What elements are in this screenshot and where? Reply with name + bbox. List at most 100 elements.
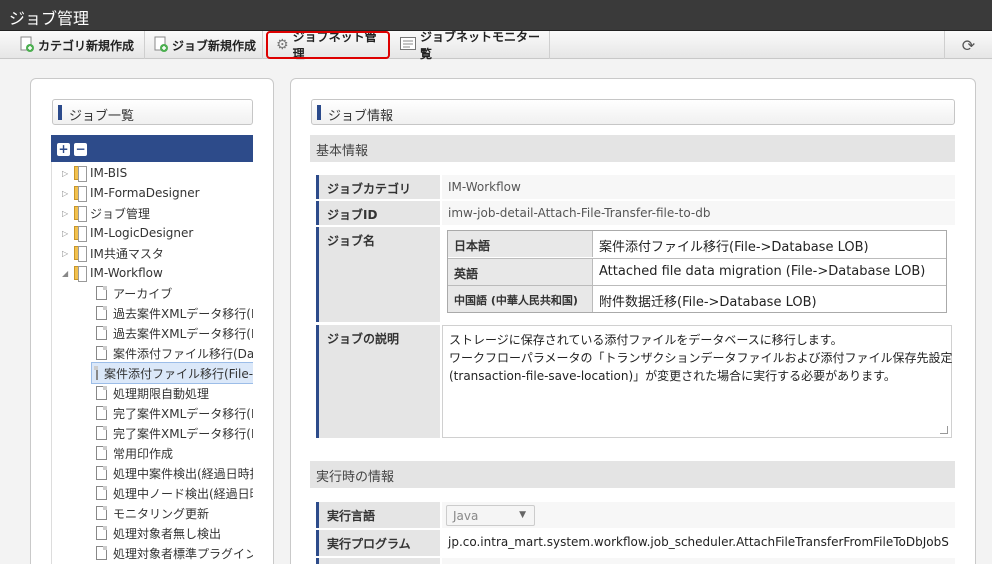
refresh-icon: ⟳	[961, 35, 976, 55]
description-line: ワークフローパラメータの「トランザクションデータファイルおよび添付ファイル保存先…	[449, 351, 953, 365]
job-name-table: 日本語 案件添付ファイル移行(File->Database LOB) 英語 Atta…	[447, 230, 947, 313]
tree-job-selected[interactable]: 案件添付ファイル移行(File->Database LOB)	[91, 362, 253, 384]
job-id-label: ジョブID	[316, 201, 440, 225]
job-id-value-text: imw-job-detail-Attach-File-Transfer-file…	[448, 206, 711, 220]
tree-job[interactable]: 過去案件XMLデータ移行(DB->File)	[96, 303, 253, 323]
tree-job-label: 処理中ノード検出(経過日時指定)	[113, 486, 253, 501]
basic-info-title: 基本情報	[316, 144, 369, 159]
job-info-heading: ジョブ情報	[311, 99, 955, 125]
job-name-value: Attached file data migration (File->Data…	[599, 264, 926, 279]
job-name-label-text: ジョブ名	[327, 234, 376, 248]
tree-job-label: アーカイブ	[113, 286, 173, 301]
job-name-value: 案件添付ファイル移行(File->Database LOB)	[599, 240, 869, 255]
category-value: IM-Workflow	[442, 175, 955, 199]
lang-label-text: 日本語	[454, 239, 491, 253]
document-icon	[96, 486, 107, 500]
lang-label-text: 英語	[454, 267, 479, 281]
gear-icon: ⚙	[276, 37, 289, 53]
lang-label-text: 中国語 (中華人民共和国)	[454, 294, 578, 307]
job-name-value: 附件数据迁移(File->Database LOB)	[599, 295, 817, 310]
tree-job[interactable]: 常用印作成	[96, 443, 173, 463]
document-icon	[96, 306, 107, 320]
tree-folder-label: IM共通マスタ	[90, 246, 164, 261]
tree-job[interactable]: 完了案件XMLデータ移行(DB->File)	[96, 403, 253, 423]
refresh-button[interactable]: ⟳	[944, 31, 992, 59]
category-value-text: IM-Workflow	[448, 180, 521, 194]
tree-job[interactable]: 過去案件XMLデータ移行(File->DB)	[96, 323, 253, 343]
add-document-icon	[20, 36, 34, 55]
document-icon	[94, 366, 98, 380]
document-icon	[96, 426, 107, 440]
tree-folder[interactable]: ▷ ジョブ管理	[62, 203, 150, 223]
job-name-row: 英語 Attached file data migration (File->Da…	[448, 258, 946, 285]
folder-icon	[74, 166, 87, 182]
collapse-all-button[interactable]: −	[74, 143, 87, 156]
next-field-value	[442, 558, 955, 564]
tree-folder[interactable]: ▷ IM-LogicDesigner	[62, 223, 193, 243]
tree-folder[interactable]: ▷ IM共通マスタ	[62, 243, 164, 263]
tree-folder-label: IM-LogicDesigner	[90, 226, 194, 240]
tree-job[interactable]: 案件添付ファイル移行(Database LOB->File)	[96, 343, 253, 363]
tree-folder[interactable]: ▷ IM-BIS	[62, 163, 127, 183]
runtime-info-section: 実行時の情報	[310, 461, 955, 488]
tree-job[interactable]: 処理対象者標準プラグイン組み合わせ	[96, 543, 253, 563]
lang-label: 中国語 (中華人民共和国)	[448, 286, 593, 312]
tree-job[interactable]: 処理期限自動処理	[96, 383, 209, 403]
next-field-label	[316, 558, 440, 564]
tree-job-label: 完了案件XMLデータ移行(File->DB)	[113, 426, 253, 441]
run-program-value-text: jp.co.intra_mart.system.workflow.job_sch…	[448, 535, 949, 549]
tree-job-label: 完了案件XMLデータ移行(DB->File)	[113, 406, 253, 421]
job-info-title: ジョブ情報	[328, 109, 394, 124]
tree-job[interactable]: 処理中案件検出(経過日時指定)	[96, 463, 253, 483]
job-tree: ▷ IM-BIS ▷ IM-FormaDesigner ▷ ジョブ管理 ▷ IM-Log…	[51, 162, 253, 564]
tree-job[interactable]: 完了案件XMLデータ移行(File->DB)	[96, 423, 253, 443]
tree-job-label: 処理対象者無し検出	[113, 526, 222, 541]
tree-job[interactable]: 処理中ノード検出(経過日時指定)	[96, 483, 253, 503]
tree-job-label: 処理期限自動処理	[113, 386, 210, 401]
lang-label: 日本語	[448, 231, 593, 257]
document-icon	[96, 386, 107, 400]
monitor-list-icon	[400, 37, 416, 53]
expand-all-button[interactable]: +	[57, 143, 70, 156]
resize-handle[interactable]	[940, 426, 948, 434]
jobnet-monitor-button[interactable]: ジョブネットモニター覧	[394, 30, 550, 61]
document-icon	[96, 286, 107, 300]
tree-folder-label: ジョブ管理	[90, 206, 151, 221]
document-icon	[96, 466, 107, 480]
tree-job[interactable]: アーカイブ	[96, 283, 172, 303]
document-icon	[96, 446, 107, 460]
create-category-button[interactable]: カテゴリ新規作成	[14, 31, 145, 59]
description-textarea[interactable]: ストレージに保存されている添付ファイルをデータベースに移行します。 ワークフロー…	[442, 325, 953, 438]
job-id-value: imw-job-detail-Attach-File-Transfer-file…	[442, 201, 955, 225]
tree-folder-label: IM-Workflow	[90, 266, 163, 280]
job-name-row: 中国語 (中華人民共和国) 附件数据迁移(File->Database LOB)	[448, 285, 946, 312]
description-line: (transaction-file-save-location)」が変更された場…	[449, 369, 896, 383]
document-icon	[96, 406, 107, 420]
tree-folder-open[interactable]: ◢ IM-Workflow	[62, 263, 163, 283]
folder-icon	[74, 186, 87, 202]
folder-icon	[74, 246, 87, 262]
jobnet-management-button[interactable]: ⚙ ジョブネット管理	[266, 30, 390, 61]
document-icon	[96, 546, 107, 560]
tree-job-label: モニタリング更新	[113, 506, 210, 521]
tree-job[interactable]: モニタリング更新	[96, 503, 209, 523]
document-icon	[96, 346, 107, 360]
document-icon	[96, 326, 107, 340]
run-language-label-text: 実行言語	[327, 509, 376, 523]
job-list-title: ジョブ一覧	[69, 109, 135, 124]
folder-icon	[74, 206, 87, 222]
create-category-label: カテゴリ新規作成	[38, 38, 135, 53]
tree-job[interactable]: 処理対象者無し検出	[96, 523, 221, 543]
tree-folder-label: IM-FormaDesigner	[90, 186, 200, 200]
create-job-button[interactable]: ジョブ新規作成	[148, 31, 263, 59]
tree-header: + −	[51, 135, 253, 162]
lang-label: 英語	[448, 259, 593, 285]
tree-folder[interactable]: ▷ IM-FormaDesigner	[62, 183, 200, 203]
category-label: ジョブカテゴリ	[316, 175, 440, 199]
chevron-down-icon: ▼	[519, 510, 526, 520]
description-label: ジョブの説明	[316, 325, 440, 438]
folder-icon	[74, 226, 87, 242]
tree-folder-label: IM-BIS	[90, 166, 128, 180]
toolbar: カテゴリ新規作成 ジョブ新規作成 ⚙ ジョブネット管理 ジョブネットモニター覧 …	[0, 30, 992, 61]
run-language-select[interactable]: Java ▼	[446, 505, 535, 526]
